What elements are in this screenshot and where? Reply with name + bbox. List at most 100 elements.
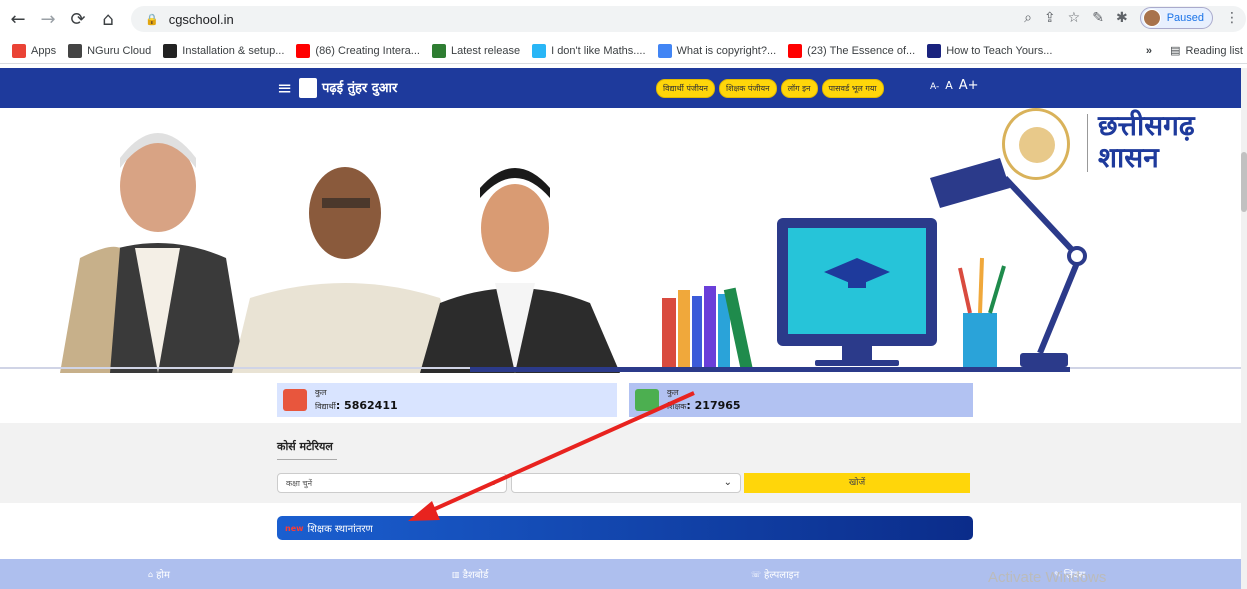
bookmark-item[interactable]: (23) The Essence of... (788, 43, 916, 58)
desk-lamp-illustration (930, 158, 1087, 367)
bookmark-item[interactable]: Apps (12, 43, 57, 58)
nav-dashboard-label: डैशबोर्ड (462, 570, 489, 581)
zoom-icon[interactable]: ⌕ (1024, 10, 1032, 26)
nav-helpline[interactable]: ☏ हेल्पलाइन (751, 567, 800, 582)
books-illustration (662, 286, 753, 371)
teacher-transfer-label: शिक्षक स्थानांतरण (307, 524, 373, 535)
class-select[interactable]: कक्षा चुनें ⌄ (277, 473, 507, 493)
font-size-controls: A- A A+ (930, 78, 979, 93)
hero-banner: छत्तीसगढ़ शासन (0, 108, 1247, 373)
person-3-image (420, 168, 620, 373)
monitor-illustration (777, 218, 937, 366)
toolbar-right: ⌕ ⇪ ☆ ✎ ✱ Paused ⋮ (1024, 7, 1239, 29)
teacher-count-text: कुल शिक्षक: 217965 (667, 388, 741, 412)
home-icon[interactable]: ⌂ (96, 7, 120, 31)
bookmark-label: (86) Creating Intera... (315, 44, 420, 57)
bookmark-item[interactable]: NGuru Cloud (68, 43, 151, 58)
search-button[interactable]: खोजें (744, 473, 970, 493)
cg-government-emblem (1002, 108, 1070, 180)
nav-helpline-label: हेल्पलाइन (764, 570, 800, 581)
bookmark-item[interactable]: Installation & setup... (163, 43, 285, 58)
site-header: ≡ पढ़ई तुंहर दुआर विद्यार्थी पंजीयन शिक्… (0, 68, 1247, 108)
teacher-registration-button[interactable]: शिक्षक पंजीयन (719, 79, 777, 98)
back-arrow-icon[interactable]: ← (6, 7, 30, 31)
teacher-count-value: : 217965 (686, 399, 741, 412)
shy-icon (927, 43, 942, 58)
bookmark-item[interactable]: I don't like Maths.... (532, 43, 646, 58)
transfer-section: new शिक्षक स्थानांतरण (0, 503, 1247, 559)
nav-dashboard[interactable]: ▥ डैशबोर्ड (452, 567, 489, 582)
forward-arrow-icon[interactable]: → (36, 7, 60, 31)
bookmark-label: What is copyright?... (676, 44, 777, 57)
student-count-sub: विद्यार्थी (315, 402, 336, 411)
menu-kebab-icon[interactable]: ⋮ (1225, 10, 1239, 26)
course-material-title: कोर्स मटेरियल (277, 440, 333, 453)
brand-divider (1087, 114, 1088, 172)
bookmarks-bar: Apps NGuru Cloud Installation & setup... (8… (0, 38, 1247, 64)
font-increase-button[interactable]: A+ (959, 78, 979, 93)
globe-icon (68, 43, 83, 58)
hp-icon (163, 43, 178, 58)
person-1-image (60, 133, 245, 373)
url-text: cgschool.in (168, 11, 234, 27)
chevron-down-icon: ⌄ (489, 477, 498, 488)
nav-home[interactable]: ⌂ होम (148, 567, 170, 582)
extensions-icon[interactable]: ✱ (1116, 10, 1128, 26)
scrollbar-thumb[interactable] (1241, 152, 1247, 212)
person-2-image (232, 167, 460, 373)
student-count-value: : 5862411 (335, 399, 398, 412)
brand-text: छत्तीसगढ़ शासन (1098, 110, 1195, 174)
student-count-label: कुल (315, 388, 327, 397)
bookmark-label: Installation & setup... (182, 44, 285, 57)
reading-list-label: Reading list (1185, 44, 1243, 57)
youtube-icon (296, 43, 311, 58)
pencil-cup-illustration (958, 257, 1006, 369)
release-icon (431, 43, 446, 58)
bookmark-label: Latest release (450, 44, 521, 57)
activate-windows-watermark: Activate Windows (988, 569, 1107, 586)
teacher-transfer-link[interactable]: new शिक्षक स्थानांतरण (277, 516, 973, 540)
hamburger-menu-icon[interactable]: ≡ (277, 78, 292, 99)
youtube-icon (788, 43, 803, 58)
bookmark-item[interactable]: Latest release (431, 43, 521, 58)
reload-icon[interactable]: ⟳ (66, 7, 90, 31)
site-logo (299, 78, 317, 98)
header-buttons: विद्यार्थी पंजीयन शिक्षक पंजीयन लॉग इन प… (656, 79, 884, 98)
helpline-nav-icon: ☏ (751, 569, 762, 579)
apps-grid-icon (12, 43, 26, 58)
home-nav-icon: ⌂ (148, 569, 154, 579)
student-registration-button[interactable]: विद्यार्थी पंजीयन (656, 79, 715, 98)
teacher-count-sub: शिक्षक (667, 402, 687, 411)
forgot-password-button[interactable]: पासवर्ड भूल गया (821, 79, 884, 98)
page-scrollbar[interactable] (1241, 68, 1247, 589)
stats-section: कुल विद्यार्थी: 5862411 कुल शिक्षक: 2179… (0, 373, 1247, 423)
bookmark-item[interactable]: (86) Creating Intera... (296, 43, 420, 58)
course-material-section: कोर्स मटेरियल कक्षा चुनें ⌄ ⌄ खोजें (0, 423, 1247, 503)
site-title[interactable]: पढ़ई तुंहर दुआर (322, 78, 397, 96)
reading-list-button[interactable]: ▤ Reading list (1170, 44, 1243, 58)
pen-icon[interactable]: ✎ (1092, 10, 1104, 26)
more-bookmarks-button[interactable]: » (1146, 45, 1152, 57)
chevron-down-icon: ⌄ (723, 477, 732, 488)
font-normal-button[interactable]: A (945, 79, 953, 92)
google-icon (657, 43, 672, 58)
bookmark-label: (23) The Essence of... (807, 44, 916, 57)
star-icon[interactable]: ☆ (1068, 10, 1081, 26)
font-decrease-button[interactable]: A- (930, 82, 939, 92)
brand-line-1: छत्तीसगढ़ (1098, 109, 1195, 142)
class-select-placeholder: कक्षा चुनें (286, 479, 313, 488)
course-title-underline (277, 459, 337, 460)
dashboard-nav-icon: ▥ (452, 569, 460, 579)
bookmark-item[interactable]: How to Teach Yours... (927, 43, 1053, 58)
student-count-card: कुल विद्यार्थी: 5862411 (277, 383, 617, 417)
avatar (1142, 9, 1161, 27)
bookmark-label: Apps (31, 44, 57, 57)
bookmark-item[interactable]: What is copyright?... (657, 43, 777, 58)
bookmark-label: How to Teach Yours... (946, 44, 1053, 57)
subject-select[interactable]: ⌄ (511, 473, 741, 493)
profile-button[interactable]: Paused (1139, 7, 1213, 29)
login-button[interactable]: लॉग इन (780, 79, 818, 98)
share-icon[interactable]: ⇪ (1044, 10, 1056, 26)
student-icon (283, 389, 307, 411)
emblem-center (1019, 127, 1055, 163)
